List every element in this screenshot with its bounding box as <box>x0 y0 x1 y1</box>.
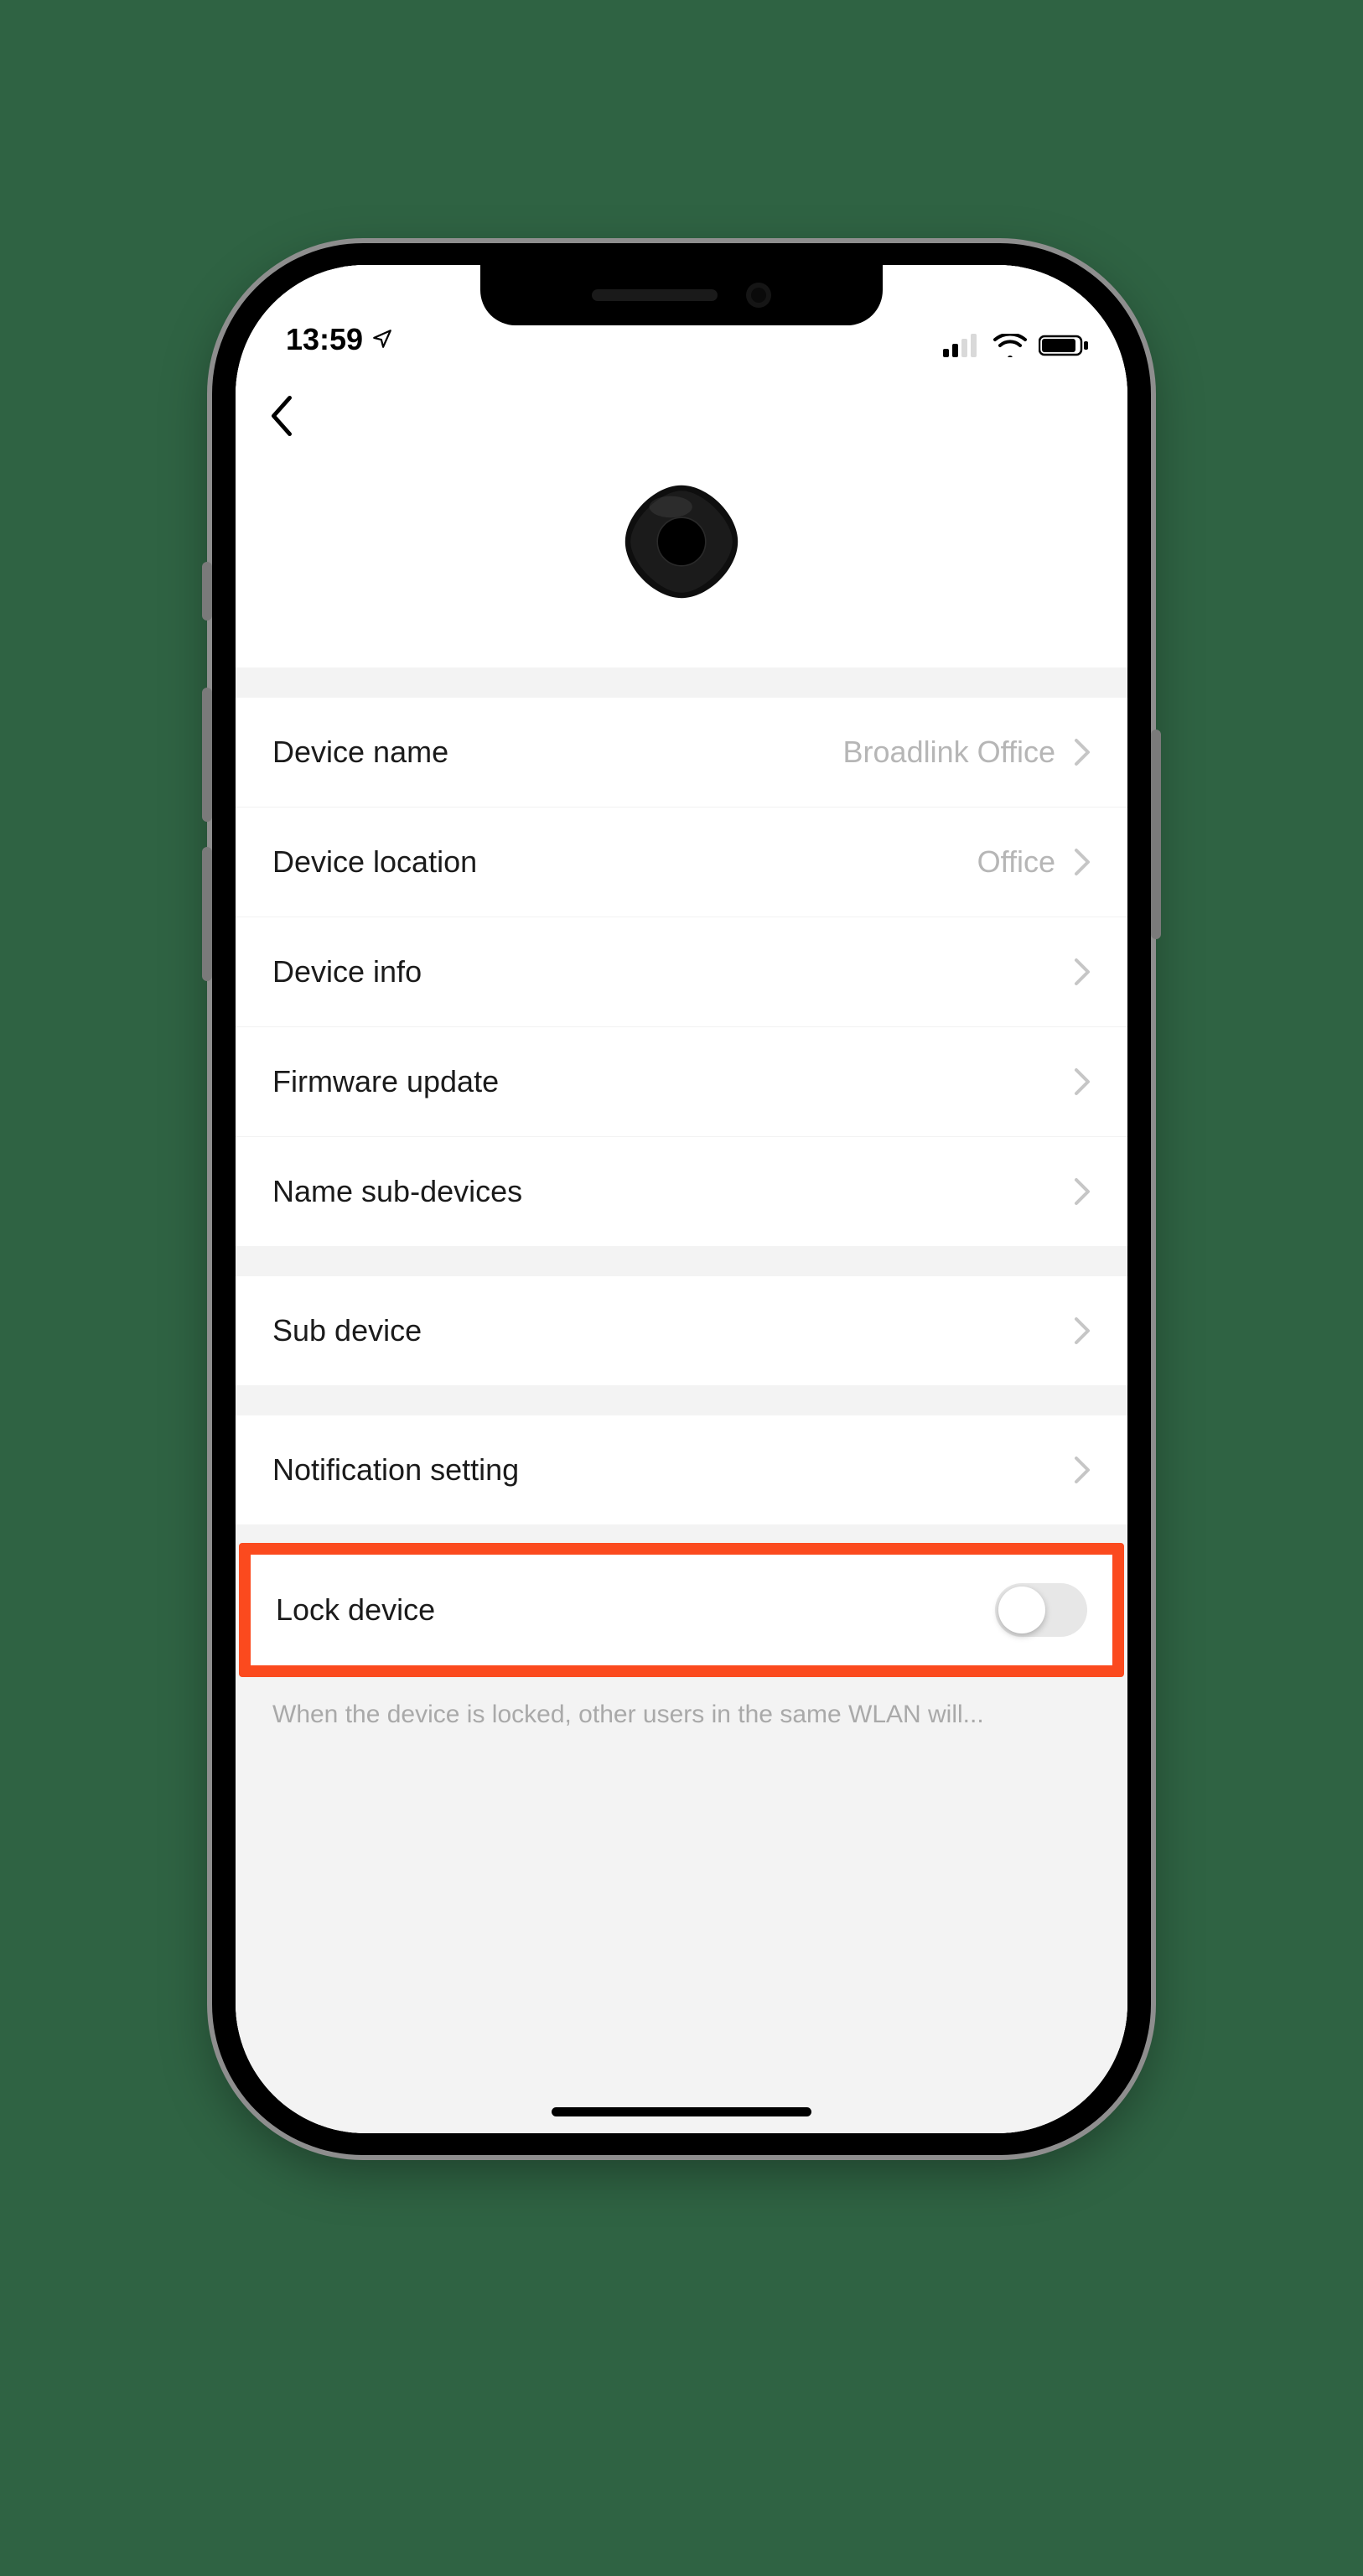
row-value: Broadlink Office <box>843 735 1055 770</box>
settings-group-main: Device name Broadlink Office Device loca… <box>236 698 1127 1246</box>
power-button <box>1151 730 1161 939</box>
row-label: Device info <box>272 954 422 989</box>
volume-up-button <box>202 688 212 822</box>
settings-group-sub-device: Sub device <box>236 1276 1127 1385</box>
cellular-signal-icon <box>943 334 982 357</box>
row-lock-device[interactable]: Lock device <box>251 1555 1112 1665</box>
row-value: Office <box>977 844 1055 880</box>
wifi-icon <box>993 334 1027 357</box>
row-label: Firmware update <box>272 1064 499 1099</box>
row-device-name[interactable]: Device name Broadlink Office <box>236 698 1127 808</box>
row-device-location[interactable]: Device location Office <box>236 808 1127 917</box>
screen: 13:59 <box>236 265 1127 2133</box>
row-notification-setting[interactable]: Notification setting <box>236 1415 1127 1524</box>
chevron-right-icon <box>1074 958 1091 986</box>
row-sub-device[interactable]: Sub device <box>236 1276 1127 1385</box>
volume-down-button <box>202 847 212 981</box>
earpiece-speaker <box>592 289 718 301</box>
toggle-knob <box>998 1587 1045 1633</box>
row-label: Name sub-devices <box>272 1174 522 1209</box>
page-header <box>236 366 1127 667</box>
lock-device-highlight: Lock device <box>239 1543 1124 1677</box>
phone-notch <box>480 265 883 325</box>
device-image <box>614 475 749 609</box>
row-name-sub-devices[interactable]: Name sub-devices <box>236 1137 1127 1246</box>
battery-icon <box>1039 334 1089 357</box>
status-time: 13:59 <box>286 322 363 357</box>
chevron-right-icon <box>1074 1317 1091 1345</box>
home-indicator[interactable] <box>552 2107 811 2116</box>
row-label: Device location <box>272 844 477 880</box>
chevron-right-icon <box>1074 1067 1091 1096</box>
back-button[interactable] <box>269 391 319 441</box>
chevron-right-icon <box>1074 848 1091 876</box>
chevron-right-icon <box>1074 1177 1091 1206</box>
row-label: Lock device <box>276 1592 435 1628</box>
chevron-right-icon <box>1074 1456 1091 1484</box>
row-label: Sub device <box>272 1313 422 1348</box>
row-label: Device name <box>272 735 448 770</box>
location-arrow-icon <box>371 322 393 357</box>
lock-device-footer-text: When the device is locked, other users i… <box>236 1677 1127 1729</box>
mute-switch <box>202 562 212 621</box>
row-label: Notification setting <box>272 1452 519 1488</box>
phone-frame: 13:59 <box>212 243 1151 2155</box>
settings-group-notification: Notification setting <box>236 1415 1127 1524</box>
lock-device-toggle[interactable] <box>995 1583 1087 1637</box>
chevron-right-icon <box>1074 738 1091 766</box>
front-camera <box>746 283 771 308</box>
row-firmware-update[interactable]: Firmware update <box>236 1027 1127 1137</box>
row-device-info[interactable]: Device info <box>236 917 1127 1027</box>
